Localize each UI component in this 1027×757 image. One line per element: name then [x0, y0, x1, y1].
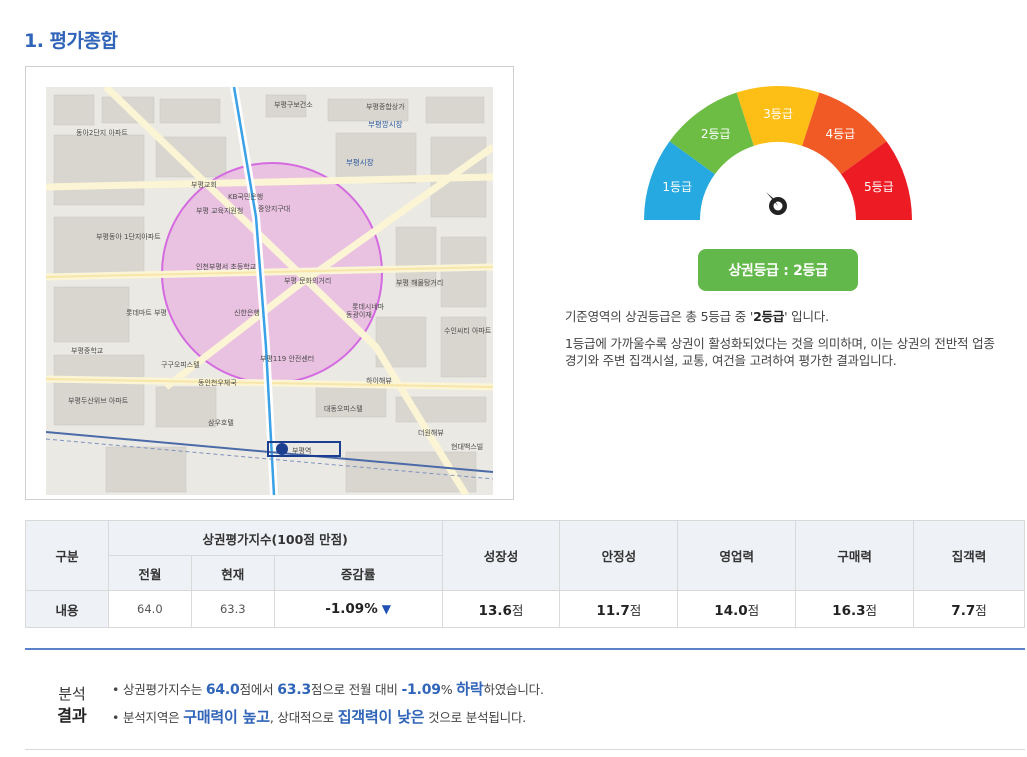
- grade-summary: 기준영역의 상권등급은 총 5등급 중 '2등급' 입니다.: [565, 309, 829, 324]
- grade-gauge: 1등급 2등급 3등급 4등급 5등급: [640, 86, 916, 226]
- map-label: 구구오피스텔: [161, 360, 200, 369]
- stability-cell: 11.7점: [559, 590, 679, 628]
- purchasing-value: 16.3: [832, 602, 866, 619]
- map-label: 부평중학교: [71, 346, 104, 355]
- header-category: 구분: [25, 520, 109, 591]
- purchasing-cell: 16.3점: [795, 590, 915, 628]
- map-label: 부평교회: [191, 180, 217, 189]
- header-purchasing: 구매력: [795, 520, 915, 591]
- analysis-heading: 분석 결과: [57, 685, 87, 725]
- business-cell: 14.0점: [677, 590, 797, 628]
- unit: 점: [629, 602, 642, 618]
- map-label: 롯데시네마: [352, 302, 385, 311]
- map-label: KB국민은행: [228, 192, 263, 201]
- map-label: 수인씨티 아파트: [444, 326, 492, 335]
- trade-area-map[interactable]: 부평구보건소 부평종합상가 부평깡시장 부평시장 동아2단지 아파트 부평교회 …: [46, 87, 493, 495]
- map-label: 부평 교육지원청: [196, 206, 243, 215]
- prev-month-value: 64.0: [107, 590, 192, 628]
- current-value: 63.3: [190, 590, 275, 628]
- change-value: -1.09%: [325, 601, 378, 617]
- header-stability: 안정성: [559, 520, 679, 591]
- header-prev-month: 전월: [107, 555, 192, 591]
- change-cell: -1.09% ▼: [273, 590, 443, 628]
- stability-value: 11.7: [596, 602, 630, 619]
- attraction-cell: 7.7점: [913, 590, 1025, 628]
- analysis-line-1: • 상권평가지수는 64.0점에서 63.3점으로 전월 대비 -1.09% 하…: [112, 680, 544, 698]
- table-row: 내용 64.0 63.3 -1.09% ▼ 13.6점 11.7점 14.0점 …: [25, 590, 1025, 628]
- row-label: 내용: [25, 590, 109, 628]
- map-label: 동아2단지 아파트: [76, 128, 128, 137]
- map-label: 현대백스빌: [451, 442, 483, 451]
- map-label: 부평구보건소: [274, 100, 313, 109]
- unit: 점: [747, 602, 760, 618]
- map-label: 부평 문화의거리: [284, 276, 331, 285]
- gauge-segment-label: 2등급: [701, 127, 731, 141]
- header-index-group: 상권평가지수(100점 만점): [107, 520, 443, 556]
- gauge-segment-label: 3등급: [763, 107, 793, 121]
- map-label: 부평깡시장: [368, 119, 403, 129]
- grade-explanation: 1등급에 가까울수록 상권이 활성화되었다는 것을 의미하며, 이는 상권의 전…: [565, 336, 995, 368]
- growth-value: 13.6: [478, 602, 512, 619]
- map-label: 부평119 안전센터: [260, 354, 314, 363]
- map-label: 부평종합상가: [366, 102, 405, 111]
- map-label: 대동오피스텔: [324, 404, 363, 413]
- growth-cell: 13.6점: [441, 590, 561, 628]
- map-label: 부평 해물탕거리: [396, 278, 443, 287]
- header-attraction: 집객력: [913, 520, 1025, 591]
- map-label: 중앙지구대: [258, 204, 290, 213]
- divider: [25, 648, 1025, 650]
- grade-value: 2등급: [753, 309, 785, 324]
- map-label: 삼우호텔: [208, 418, 234, 427]
- gauge-needle-icon: [766, 192, 787, 215]
- map-label: 부평역: [292, 446, 311, 455]
- map-label: 인천부평서 초등학교: [196, 262, 257, 271]
- map-label: 부평시장: [346, 157, 374, 167]
- unit: 점: [865, 602, 877, 618]
- business-value: 14.0: [714, 602, 748, 619]
- map-label: 동광이재: [346, 310, 372, 319]
- gauge-segment-label: 4등급: [825, 127, 855, 141]
- down-arrow-icon: ▼: [381, 602, 391, 616]
- evaluation-table: 구분 상권평가지수(100점 만점) 성장성 안정성 영업력 구매력 집객력 전…: [25, 520, 1025, 628]
- analysis-line-2: • 분석지역은 구매력이 높고, 상대적으로 집객력이 낮은 것으로 분석됩니다…: [112, 708, 527, 726]
- map-label: 롯데마트 부평: [126, 308, 167, 317]
- map-label: 더원해뷰: [418, 428, 444, 437]
- unit: 점: [975, 602, 987, 618]
- map-label: 부평두산위브 아파트: [68, 396, 129, 405]
- divider: [25, 749, 1025, 750]
- section-title: 1. 평가종합: [24, 30, 118, 52]
- gauge-segment-label: 1등급: [662, 180, 692, 194]
- map-label: 하이해뷰: [366, 376, 392, 385]
- gauge-segment-label: 5등급: [864, 180, 894, 194]
- unit: 점: [511, 602, 524, 618]
- header-current: 현재: [190, 555, 275, 591]
- header-growth: 성장성: [441, 520, 561, 591]
- map-label: 동인천우체국: [198, 378, 237, 387]
- map-label: 신한은행: [234, 308, 260, 317]
- map-panel: 부평구보건소 부평종합상가 부평깡시장 부평시장 동아2단지 아파트 부평교회 …: [25, 66, 514, 500]
- header-business: 영업력: [677, 520, 797, 591]
- grade-badge: 상권등급 : 2등급: [698, 249, 858, 291]
- attraction-value: 7.7: [951, 602, 976, 619]
- map-label: 부평동아 1단지아파트: [96, 232, 161, 241]
- header-change: 증감률: [273, 555, 443, 591]
